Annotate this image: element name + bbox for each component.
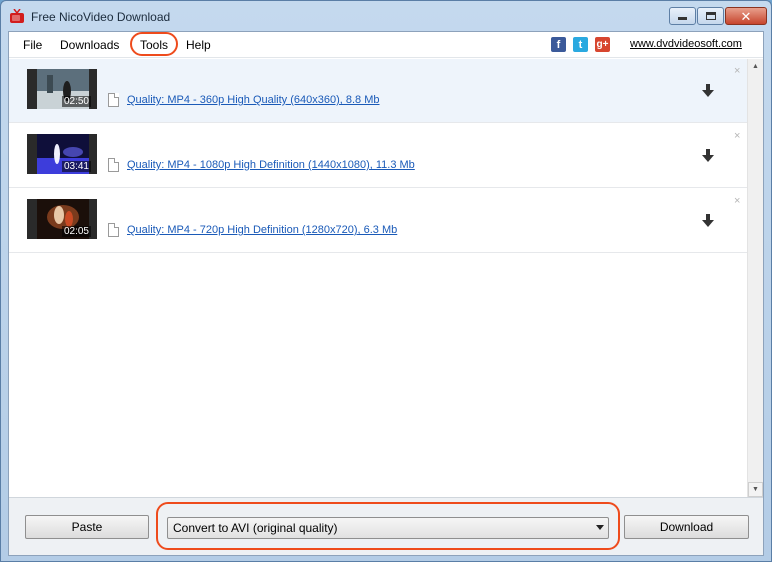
file-icon xyxy=(108,93,119,107)
close-button[interactable]: ✕ xyxy=(725,7,767,25)
menu-help[interactable]: Help xyxy=(186,38,211,52)
maximize-button[interactable] xyxy=(697,7,724,25)
quality-link[interactable]: Quality: MP4 - 360p High Quality (640x36… xyxy=(127,94,380,106)
remove-item-icon[interactable]: × xyxy=(734,65,740,77)
client-area: File Downloads Tools Help f t g+ www.dvd… xyxy=(8,31,764,556)
convert-format-select[interactable]: Convert to AVI (original quality) xyxy=(167,517,609,539)
file-icon xyxy=(108,158,119,172)
video-thumbnail[interactable]: 02:05 xyxy=(27,199,97,239)
down-arrow-icon[interactable] xyxy=(702,84,714,98)
menu-file[interactable]: File xyxy=(23,38,42,52)
window-title: Free NicoVideo Download xyxy=(31,10,171,24)
video-thumbnail[interactable]: 02:50 xyxy=(27,69,97,109)
quality-link[interactable]: Quality: MP4 - 1080p High Definition (14… xyxy=(127,159,415,171)
list-item[interactable]: 02:50 Quality: MP4 - 360p High Quality (… xyxy=(9,59,747,123)
googleplus-icon[interactable]: g+ xyxy=(595,37,610,52)
list-item[interactable]: 03:41 Quality: MP4 - 1080p High Definiti… xyxy=(9,124,747,188)
website-link[interactable]: www.dvdvideosoft.com xyxy=(630,38,742,50)
quality-link[interactable]: Quality: MP4 - 720p High Definition (128… xyxy=(127,224,397,236)
paste-button[interactable]: Paste xyxy=(25,515,149,539)
chevron-down-icon xyxy=(596,525,604,530)
bottom-toolbar: Paste Convert to AVI (original quality) … xyxy=(9,497,763,555)
minimize-icon xyxy=(678,17,687,20)
remove-item-icon[interactable]: × xyxy=(734,130,740,142)
menu-tools[interactable]: Tools xyxy=(140,38,168,52)
menu-bar: File Downloads Tools Help f t g+ www.dvd… xyxy=(9,32,763,58)
list-item[interactable]: 02:05 Quality: MP4 - 720p High Definitio… xyxy=(9,189,747,253)
video-thumbnail[interactable]: 03:41 xyxy=(27,134,97,174)
download-list: 02:50 Quality: MP4 - 360p High Quality (… xyxy=(9,59,747,497)
twitter-icon[interactable]: t xyxy=(573,37,588,52)
video-duration: 02:50 xyxy=(61,96,91,107)
title-bar[interactable]: Free NicoVideo Download ✕ xyxy=(1,1,771,31)
maximize-icon xyxy=(705,12,716,20)
window-controls: ✕ xyxy=(668,7,767,25)
convert-selected-value: Convert to AVI (original quality) xyxy=(173,521,338,535)
minimize-button[interactable] xyxy=(669,7,696,25)
video-duration: 03:41 xyxy=(61,161,91,172)
down-arrow-icon[interactable] xyxy=(702,149,714,163)
file-icon xyxy=(108,223,119,237)
down-arrow-icon[interactable] xyxy=(702,214,714,228)
close-icon: ✕ xyxy=(740,8,752,24)
download-button[interactable]: Download xyxy=(624,515,749,539)
vertical-scrollbar[interactable]: ▲ ▼ xyxy=(747,59,763,497)
video-duration: 02:05 xyxy=(61,226,91,237)
app-window: Free NicoVideo Download ✕ File Downloads… xyxy=(0,0,772,562)
menu-downloads[interactable]: Downloads xyxy=(60,38,119,52)
remove-item-icon[interactable]: × xyxy=(734,195,740,207)
scroll-down-icon[interactable]: ▼ xyxy=(748,482,763,497)
facebook-icon[interactable]: f xyxy=(551,37,566,52)
scroll-up-icon[interactable]: ▲ xyxy=(748,59,763,74)
tv-icon xyxy=(10,9,24,23)
